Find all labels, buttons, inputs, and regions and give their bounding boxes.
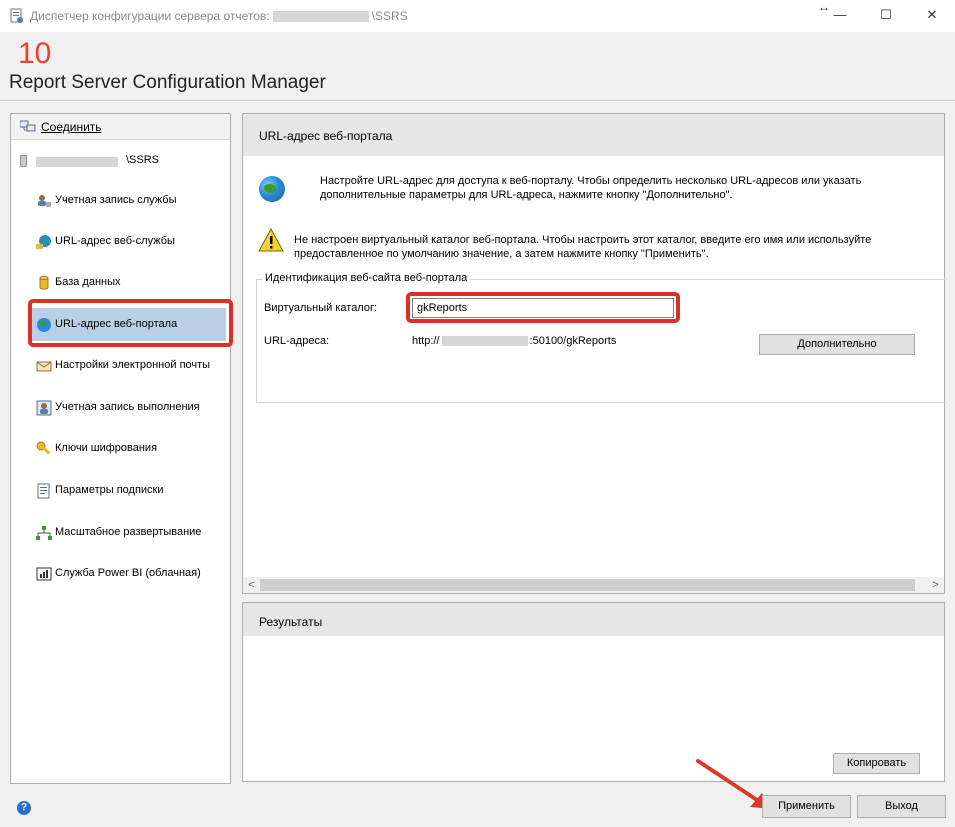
- connect-button[interactable]: Соединить: [11, 114, 230, 140]
- url-value: http:// :50100/gkReports: [412, 335, 616, 347]
- intro-text: Настройте URL-адрес для доступа к веб-по…: [320, 175, 862, 201]
- scroll-left-icon[interactable]: <: [243, 577, 260, 593]
- title-bar: Диспетчер конфигурации сервера отчетов: \…: [0, 0, 955, 32]
- panel-header: URL-адрес веб-портала: [243, 114, 944, 156]
- connect-icon: [20, 120, 36, 132]
- sidebar-item-email[interactable]: Настройки электронной почты: [36, 349, 226, 382]
- redacted-server-name: [272, 11, 369, 23]
- url-suffix: :50100/gkReports: [529, 335, 617, 347]
- minimize-button[interactable]: —: [817, 0, 863, 32]
- sidebar-item-web-service-url[interactable]: URL-адрес веб-службы: [36, 225, 226, 258]
- window-title-prefix: Диспетчер конфигурации сервера отчетов:: [30, 9, 270, 23]
- power-bi-icon: [36, 567, 52, 581]
- advanced-button[interactable]: Дополнительно: [759, 334, 915, 355]
- sidebar-item-label: Ключи шифрования: [55, 442, 158, 454]
- sidebar-item-scale-out[interactable]: Масштабное развертывание: [36, 516, 226, 549]
- highlight-frame-input: [406, 292, 680, 323]
- group-legend: Идентификация веб-сайта веб-портала: [263, 272, 470, 284]
- header-divider: [0, 100, 955, 101]
- sidebar-item-encryption-keys[interactable]: Ключи шифрования: [36, 432, 226, 465]
- virtual-directory-label: Виртуальный каталог:: [264, 302, 378, 314]
- execution-account-icon: [36, 400, 52, 416]
- subscription-icon: [37, 483, 50, 499]
- sidebar-item-label: URL-адрес веб-службы: [55, 235, 175, 247]
- globe-icon: [259, 176, 285, 202]
- email-icon: [36, 361, 52, 372]
- header: 10 Report Server Configuration Manager: [0, 32, 955, 100]
- sidebar-item-label: Настройки электронной почты: [55, 359, 211, 371]
- app-icon: [10, 8, 23, 23]
- server-label: \SSRS: [126, 154, 160, 166]
- redacted-host: [441, 336, 528, 347]
- window-title: Диспетчер конфигурации сервера отчетов: \…: [30, 9, 408, 23]
- web-portal-url-panel: URL-адрес веб-портала Настройте URL-адре…: [242, 113, 946, 594]
- scale-out-icon: [36, 526, 52, 540]
- encryption-keys-icon: [36, 441, 51, 455]
- sidebar-item-execution-account[interactable]: Учетная запись выполнения: [36, 391, 226, 424]
- maximize-button[interactable]: ☐: [863, 0, 909, 32]
- horizontal-scrollbar[interactable]: < >: [243, 577, 944, 593]
- warning-text: Не настроен виртуальный каталог веб-порт…: [294, 234, 872, 260]
- help-icon[interactable]: ?: [17, 801, 31, 815]
- close-button[interactable]: ✕: [909, 0, 955, 32]
- copy-button[interactable]: Копировать: [833, 753, 920, 774]
- sidebar-item-label: Учетная запись службы: [55, 194, 177, 206]
- sidebar-item-label: Масштабное развертывание: [55, 526, 202, 538]
- scrollbar-thumb[interactable]: [260, 579, 915, 591]
- highlight-frame-nav: [28, 299, 233, 347]
- redacted-server-name: [36, 157, 118, 167]
- sidebar-item-label: Параметры подписки: [55, 484, 164, 496]
- results-header: Результаты: [243, 603, 944, 636]
- step-number: 10: [18, 37, 52, 70]
- scroll-right-icon[interactable]: >: [927, 577, 944, 593]
- sidebar-item-power-bi[interactable]: Служба Power BI (облачная): [36, 557, 226, 590]
- app-title: Report Server Configuration Manager: [9, 72, 326, 93]
- sidebar-item-label: База данных: [55, 276, 121, 288]
- web-service-url-icon: [36, 235, 51, 249]
- sidebar-item-service-account[interactable]: Учетная запись службы: [36, 184, 226, 217]
- url-prefix: http://: [412, 335, 440, 347]
- urls-label: URL-адреса:: [264, 335, 330, 347]
- apply-button[interactable]: Применить: [762, 795, 851, 818]
- window-title-suffix: \SSRS: [371, 9, 408, 23]
- exit-button[interactable]: Выход: [857, 795, 946, 818]
- results-panel: Результаты Копировать: [242, 602, 945, 782]
- sidebar: Соединить \SSRS Учетная запись службы UR…: [10, 113, 231, 784]
- sidebar-item-database[interactable]: База данных: [36, 266, 226, 299]
- connect-label: Соединить: [41, 120, 102, 134]
- service-account-icon: [38, 195, 51, 207]
- warning-icon: [258, 228, 284, 252]
- panel-title: URL-адрес веб-портала: [259, 129, 393, 143]
- server-icon: [20, 155, 27, 167]
- sidebar-item-label: Учетная запись выполнения: [55, 401, 200, 413]
- sidebar-item-subscription[interactable]: Параметры подписки: [36, 474, 226, 507]
- database-icon: [39, 276, 49, 290]
- results-title: Результаты: [259, 615, 323, 629]
- sidebar-item-label: Служба Power BI (облачная): [55, 567, 201, 579]
